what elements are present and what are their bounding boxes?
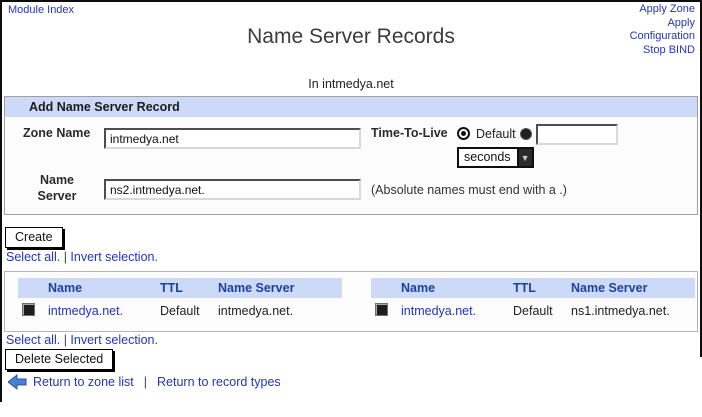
records-table-right: Name TTL Name Server intmedya.net. Defau… bbox=[371, 278, 695, 324]
ttl-default-radio[interactable] bbox=[457, 127, 470, 140]
records-tables-container: Name TTL Name Server intmedya.net. Defau… bbox=[4, 271, 698, 332]
add-record-form: Add Name Server Record Zone Name Time-To… bbox=[4, 96, 698, 215]
name-server-label: Name Server bbox=[25, 172, 89, 204]
selection-links-top: Select all. | Invert selection. bbox=[6, 250, 158, 264]
ttl-unit-select[interactable]: seconds ▼ bbox=[457, 147, 534, 168]
delete-selected-button[interactable]: Delete Selected bbox=[5, 349, 113, 370]
record-checkbox[interactable] bbox=[22, 303, 35, 316]
return-separator: | bbox=[144, 375, 147, 389]
invert-selection-link[interactable]: Invert selection. bbox=[70, 250, 158, 264]
table-header-row: Name TTL Name Server bbox=[18, 278, 342, 298]
name-server-hint: (Absolute names must end with a .) bbox=[371, 183, 567, 197]
select-all-link[interactable]: Select all. bbox=[6, 333, 60, 347]
record-checkbox[interactable] bbox=[375, 303, 388, 316]
select-all-link[interactable]: Select all. bbox=[6, 250, 60, 264]
create-button[interactable]: Create bbox=[5, 227, 63, 248]
window-border-top bbox=[0, 0, 702, 2]
ttl-value-input[interactable] bbox=[536, 124, 618, 145]
return-record-types-link[interactable]: Return to record types bbox=[157, 375, 281, 389]
table-row: intmedya.net. Default ns1.intmedya.net. bbox=[371, 298, 695, 324]
table-row: intmedya.net. Default intmedya.net. bbox=[18, 298, 342, 324]
chevron-down-icon: ▼ bbox=[517, 149, 532, 166]
record-server: ns1.intmedya.net. bbox=[567, 298, 695, 324]
table-header-row: Name TTL Name Server bbox=[371, 278, 695, 298]
zone-subtitle: In intmedya.net bbox=[0, 77, 702, 91]
records-table-left: Name TTL Name Server intmedya.net. Defau… bbox=[18, 278, 342, 324]
record-server: intmedya.net. bbox=[214, 298, 342, 324]
record-ttl: Default bbox=[509, 298, 567, 324]
page-title: Name Server Records bbox=[0, 25, 702, 49]
selection-links-bottom: Select all. | Invert selection. bbox=[6, 333, 158, 347]
ttl-unit-value: seconds bbox=[459, 149, 517, 166]
apply-zone-link[interactable]: Apply Zone bbox=[603, 3, 695, 17]
record-name-link[interactable]: intmedya.net. bbox=[48, 304, 123, 318]
invert-selection-link[interactable]: Invert selection. bbox=[70, 333, 158, 347]
zone-name-input[interactable] bbox=[104, 128, 361, 149]
return-links-row: Return to zone list | Return to record t… bbox=[8, 374, 287, 390]
form-legend: Add Name Server Record bbox=[5, 97, 697, 117]
module-index-link[interactable]: Module Index bbox=[8, 4, 74, 16]
record-ttl: Default bbox=[156, 298, 214, 324]
return-zone-list-link[interactable]: Return to zone list bbox=[33, 375, 134, 389]
zone-name-label: Zone Name bbox=[23, 126, 90, 140]
name-server-input[interactable] bbox=[104, 179, 361, 200]
ttl-custom-radio[interactable] bbox=[520, 128, 532, 140]
back-arrow-icon bbox=[8, 374, 27, 390]
record-name-link[interactable]: intmedya.net. bbox=[401, 304, 476, 318]
ttl-default-label: Default bbox=[476, 127, 516, 141]
ttl-label: Time-To-Live bbox=[371, 126, 448, 140]
window-border-left bbox=[0, 0, 2, 402]
